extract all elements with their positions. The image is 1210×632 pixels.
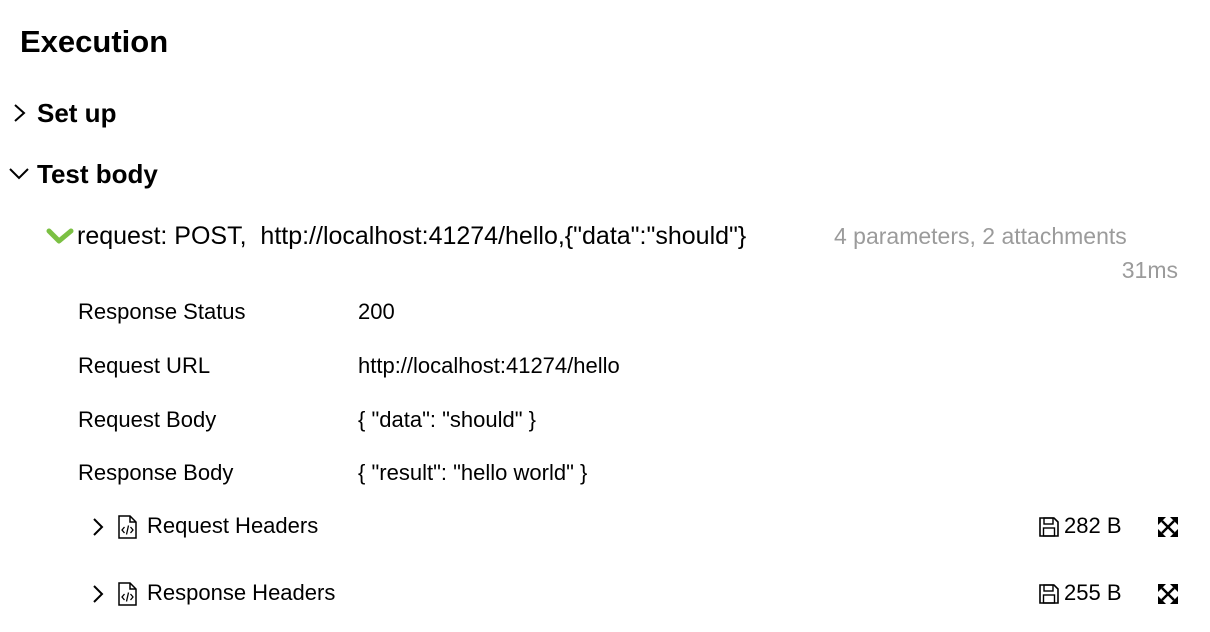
parameter-name: Request Body [78,407,217,432]
step-header[interactable]: request: POST, http://localhost:41274/he… [46,218,1178,288]
save-icon[interactable] [1038,516,1060,538]
test-body-section-header[interactable]: Test body [8,157,158,191]
attachment-name: Request Headers [147,513,319,538]
execution-panel: Execution Set up Test body request: POST… [0,0,1210,632]
test-body-section-label: Test body [37,159,158,189]
step-meta: 4 parameters, 2 attachments [834,223,1127,249]
setup-section-header[interactable]: Set up [8,96,116,130]
parameter-value: http://localhost:41274/hello [358,353,620,378]
parameter-value: { "result": "hello world" } [358,460,588,485]
check-icon [46,226,74,246]
execution-title: Execution [20,24,169,59]
attachment-request-headers[interactable]: Request Headers 282 B [88,510,1180,544]
step-name: request: POST, http://localhost:41274/he… [77,222,747,250]
chevron-down-icon [8,163,30,185]
parameter-value: 200 [358,299,395,324]
step-duration: 31ms [1121,257,1178,283]
chevron-right-icon [8,102,30,124]
code-file-icon [116,515,138,539]
expand-icon[interactable] [1156,515,1180,539]
attachment-name: Response Headers [147,580,336,605]
chevron-right-icon[interactable] [88,516,108,538]
parameter-name: Request URL [78,353,211,378]
setup-section-label: Set up [37,98,117,128]
chevron-right-icon[interactable] [88,583,108,605]
attachment-size: 282 B [1064,513,1122,538]
parameter-name: Response Status [78,299,246,324]
attachment-size: 255 B [1064,580,1122,605]
parameter-name: Response Body [78,460,234,485]
parameter-value: { "data": "should" } [358,407,537,432]
expand-icon[interactable] [1156,582,1180,606]
attachment-response-headers[interactable]: Response Headers 255 B [88,577,1180,611]
code-file-icon [116,582,138,606]
save-icon[interactable] [1038,583,1060,605]
